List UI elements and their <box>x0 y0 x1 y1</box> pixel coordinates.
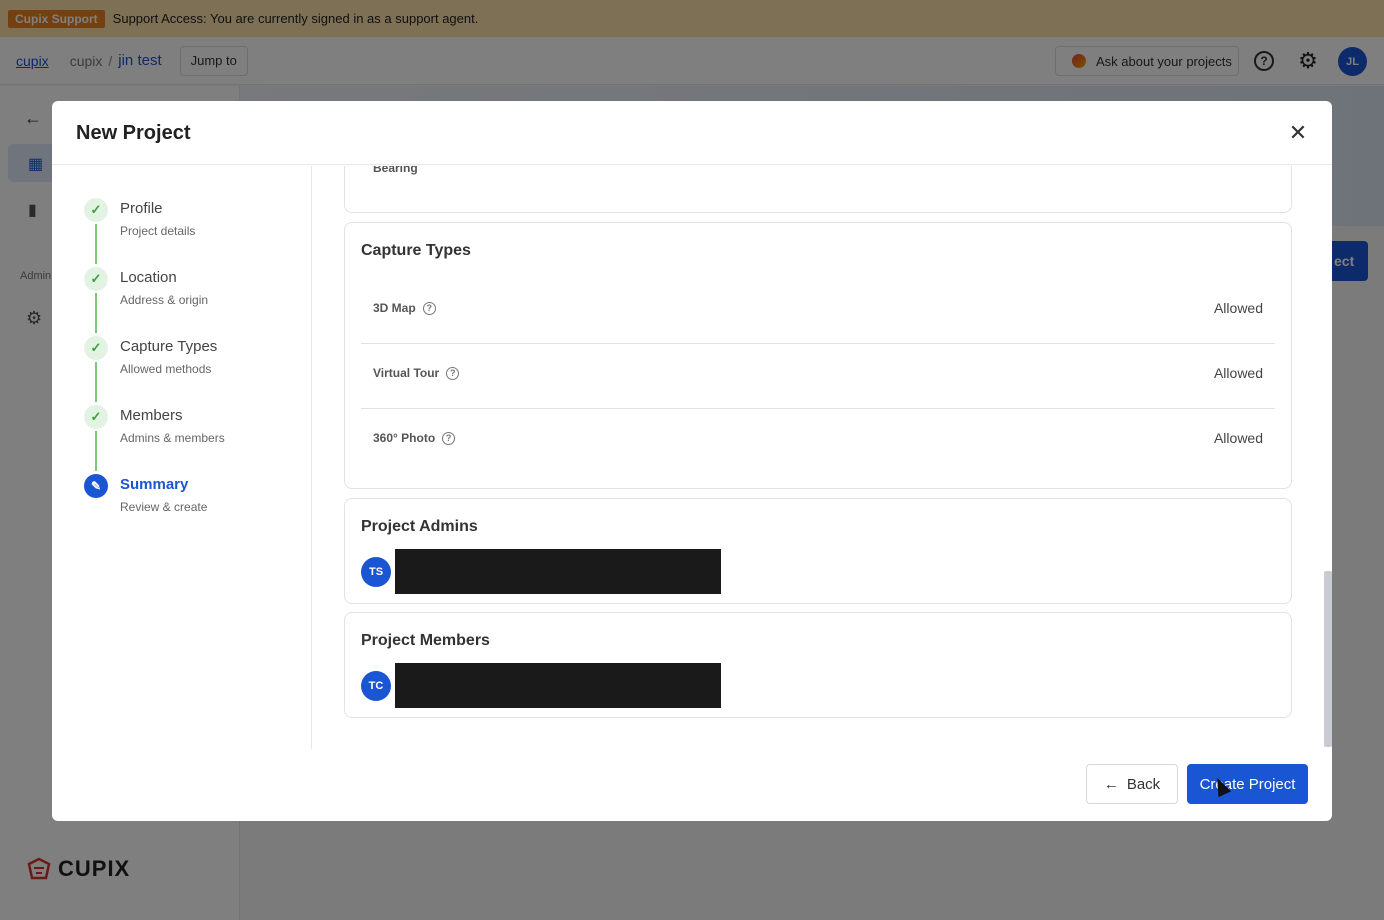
capture-status: Allowed <box>1213 365 1263 381</box>
bearing-label: Bearing <box>373 166 418 175</box>
new-project-modal: New Project ✕ ✓ Profile Project details … <box>52 101 1332 821</box>
back-label: Back <box>1126 775 1161 793</box>
step-profile[interactable]: ✓ Profile Project details <box>84 198 304 248</box>
capture-label: Virtual Tour? <box>373 366 460 380</box>
capture-label: 3D Map? <box>373 301 436 315</box>
avatar: TS <box>361 556 391 587</box>
modal-header: New Project ✕ <box>52 101 1332 165</box>
capture-label-text: 360° Photo <box>373 431 436 445</box>
step-title: Location <box>120 269 177 286</box>
capture-label-text: Virtual Tour <box>373 366 440 380</box>
summary-content[interactable]: Bearing Capture Types 3D Map? Allowed Vi… <box>312 166 1332 749</box>
arrow-left-icon: ← <box>1103 775 1119 793</box>
card-title: Project Admins <box>361 518 478 535</box>
step-title: Capture Types <box>120 338 218 355</box>
pencil-icon: ✎ <box>84 474 108 498</box>
step-location[interactable]: ✓ Location Address & origin <box>84 267 304 317</box>
capture-row-3d-map: 3D Map? Allowed <box>361 279 1275 344</box>
member-entry: TC <box>361 663 721 708</box>
step-subtitle: Review & create <box>120 500 208 514</box>
stepper: ✓ Profile Project details ✓ Location Add… <box>52 166 312 749</box>
step-title: Summary <box>120 476 189 493</box>
check-icon: ✓ <box>84 198 108 222</box>
project-members-card: Project Members TC <box>344 612 1292 718</box>
help-circle-icon[interactable]: ? <box>442 431 456 445</box>
redacted-name <box>395 663 721 708</box>
modal-title: New Project <box>76 122 191 144</box>
help-circle-icon[interactable]: ? <box>446 366 460 380</box>
step-summary[interactable]: ✎ Summary Review & create <box>84 474 304 524</box>
admin-entry: TS <box>361 549 721 594</box>
capture-status: Allowed <box>1213 300 1263 316</box>
step-subtitle: Address & origin <box>120 293 209 307</box>
scrollbar[interactable] <box>1324 571 1332 747</box>
project-admins-card: Project Admins TS <box>344 498 1292 604</box>
help-circle-icon[interactable]: ? <box>422 301 436 315</box>
back-button[interactable]: ← Back <box>1086 764 1178 804</box>
check-icon: ✓ <box>84 267 108 291</box>
step-title: Profile <box>120 200 163 217</box>
step-subtitle: Project details <box>120 224 196 238</box>
check-icon: ✓ <box>84 336 108 360</box>
step-subtitle: Allowed methods <box>120 362 212 376</box>
capture-status: Allowed <box>1213 430 1263 446</box>
redacted-name <box>395 549 721 594</box>
step-subtitle: Admins & members <box>120 431 225 445</box>
capture-row-virtual-tour: Virtual Tour? Allowed <box>361 344 1275 409</box>
create-project-button[interactable]: Create Project <box>1187 764 1308 804</box>
card-title: Capture Types <box>361 242 471 259</box>
capture-row-360-photo: 360° Photo? Allowed <box>361 409 1275 474</box>
capture-label: 360° Photo? <box>373 431 456 445</box>
location-card: Bearing <box>344 166 1292 213</box>
check-icon: ✓ <box>84 405 108 429</box>
step-members[interactable]: ✓ Members Admins & members <box>84 405 304 455</box>
capture-label-text: 3D Map <box>373 301 416 315</box>
step-title: Members <box>120 407 183 424</box>
capture-types-card: Capture Types 3D Map? Allowed Virtual To… <box>344 222 1292 489</box>
avatar: TC <box>361 670 391 701</box>
card-title: Project Members <box>361 632 490 649</box>
close-icon[interactable]: ✕ <box>1288 120 1308 145</box>
step-capture-types[interactable]: ✓ Capture Types Allowed methods <box>84 336 304 386</box>
